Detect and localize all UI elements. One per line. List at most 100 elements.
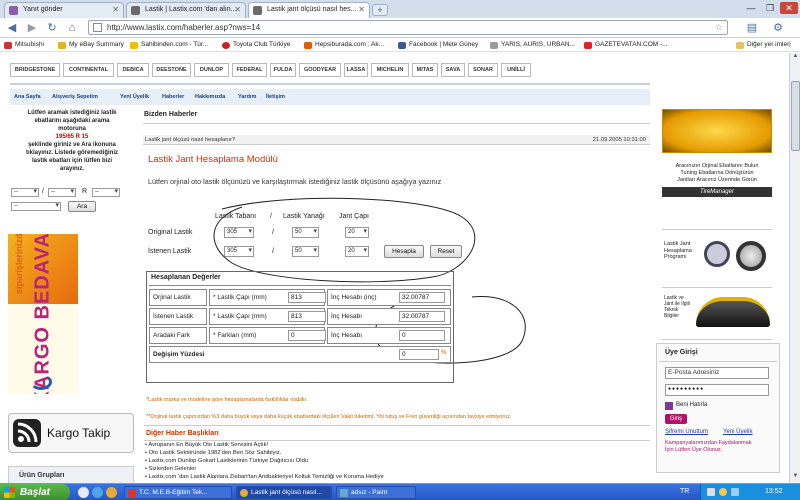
brand-link[interactable]: SAVA [441, 63, 465, 77]
news-item[interactable]: • Lastix.com 'dan Lastik Alanlara Ziebar… [145, 474, 384, 481]
home-icon[interactable]: ⌂ [64, 21, 80, 35]
original-cap-input[interactable]: 813 [288, 292, 326, 303]
results-table: Hesaplanan Değerler Orjinal Lastik * Las… [146, 271, 454, 383]
volume-icon[interactable] [731, 488, 739, 496]
divider [662, 287, 772, 288]
chrome-icon[interactable] [106, 487, 117, 498]
other-bookmarks[interactable]: Diğer yer imleri [736, 39, 791, 51]
language-indicator[interactable]: TR [680, 488, 689, 495]
separator: R [82, 188, 88, 195]
tray-icon[interactable] [719, 488, 727, 496]
bookmark-item[interactable]: Toyota Club Türkiye [222, 39, 290, 51]
quicklaunch-icon[interactable] [78, 487, 89, 498]
back-icon[interactable]: ◀ [4, 21, 20, 35]
new-member-link[interactable]: Yeni Üyelik [723, 429, 752, 435]
maximize-icon[interactable]: ❐ [761, 2, 779, 14]
brand-link[interactable]: SONAR [468, 63, 498, 77]
fark-inc-input[interactable]: 0 [399, 330, 445, 341]
remember-label: Beni Hatırla [676, 402, 708, 408]
wrench-icon[interactable]: ⚙ [770, 21, 786, 35]
brand-link[interactable]: BRIDGESTONE [10, 63, 60, 77]
degisim-input[interactable]: 0 [399, 349, 439, 360]
kargo-takip-button[interactable]: Kargo Takip [8, 413, 134, 453]
istenen-cap-input[interactable]: 813 [288, 311, 326, 322]
brand-select[interactable]: -- [11, 202, 61, 211]
brand-link[interactable]: MITAS [412, 63, 438, 77]
new-tab-button[interactable]: + [372, 4, 388, 16]
news-item[interactable]: • Oto Lastik Sektöründe 1982'den Beri Sö… [145, 450, 281, 457]
brand-link[interactable]: DUNLOP [194, 63, 229, 77]
width-select[interactable]: -- [11, 188, 39, 197]
taskbar-item[interactable]: T.C. M.E.B-Eğitim Tek... [124, 486, 232, 499]
password-input[interactable]: ●●●●●●●●● [665, 384, 769, 396]
menu-yeni-uyelik[interactable]: Yeni Üyelik [120, 89, 149, 105]
divider [149, 285, 451, 286]
free-cargo-banner[interactable]: KARGO BEDAVA siparişlerinizde [8, 234, 78, 394]
original-inc-input[interactable]: 32.00787 [399, 292, 445, 303]
ie-icon[interactable] [92, 487, 103, 498]
search-button[interactable]: Ara [68, 201, 96, 212]
tab-lastix-alin[interactable]: Lastik | Lastix.com 'dan alın... ✕ [126, 2, 246, 18]
login-button[interactable]: Giriş [665, 414, 687, 424]
taskbar-item[interactable]: adsız - Paint [336, 486, 416, 499]
close-tab-icon[interactable]: ✕ [358, 3, 365, 17]
bookmark-item[interactable]: Facebook | Mete Güney [398, 39, 478, 51]
bookmark-item[interactable]: GAZETEVATAN.COM -... [584, 39, 668, 51]
brand-link[interactable]: DEBICA [117, 63, 149, 77]
menu-hakkimizda[interactable]: Hakkımızda [195, 89, 225, 105]
email-input[interactable]: E-Posta Adresiniz [665, 367, 769, 379]
bookmark-item[interactable]: YARIS, AURIS, URBAN... [490, 39, 575, 51]
page-menu-icon[interactable]: ▤ [744, 21, 760, 35]
start-button[interactable]: Başlat [0, 484, 70, 500]
tab-jant-olcusu[interactable]: Lastik jant ölçüsü nasıl hes... ✕ [248, 2, 370, 19]
menu-ana-sayfa[interactable]: Ana Sayfa [14, 89, 41, 105]
menu-haberler[interactable]: Haberler [162, 89, 184, 105]
menu-sepet[interactable]: Alışveriş Sepetim [52, 89, 98, 105]
tire-banner[interactable] [662, 109, 772, 153]
brand-link[interactable]: UNİLLİ [501, 63, 531, 77]
teknik-bilgi-banner[interactable]: Lastik ve Jant ile İlgili Teknik Bilgile… [662, 293, 772, 335]
brand-link[interactable]: FULDA [270, 63, 296, 77]
forward-icon[interactable]: ▶ [24, 21, 40, 35]
brand-link[interactable]: CONTINENTAL [63, 63, 114, 77]
urun-gruplari-header: Ürün Grupları [8, 466, 134, 484]
scroll-down-icon[interactable]: ▼ [791, 473, 800, 483]
news-item[interactable]: • Lastix.com Dunlop Gokart Lastiklerinin… [145, 458, 308, 465]
menu-iletisim[interactable]: İletişim [266, 89, 285, 105]
minimize-icon[interactable]: — [742, 2, 760, 14]
close-tab-icon[interactable]: ✕ [112, 3, 119, 17]
tab-yanit-gonder[interactable]: Yanıt gönder ✕ [4, 2, 124, 18]
mitsubishi-icon [4, 42, 12, 49]
scrollbar-thumb[interactable] [791, 81, 800, 151]
page-icon [131, 6, 140, 15]
brand-link[interactable]: FEDERAL [232, 63, 267, 77]
reload-icon[interactable]: ↻ [44, 21, 60, 35]
forgot-password-link[interactable]: Şifremi Unuttum [665, 429, 708, 435]
remember-checkbox[interactable] [665, 402, 673, 410]
rim-select[interactable]: -- [92, 188, 120, 197]
url-bar[interactable]: http://www.lastix.com/haberler.asp?nws=1… [88, 20, 728, 35]
bookmark-item[interactable]: Sahibinden.com - Tür... [130, 39, 208, 51]
ratio-select[interactable]: -- [48, 188, 76, 197]
brand-link[interactable]: LASSA [344, 63, 368, 77]
menu-yardim[interactable]: Yardım [238, 89, 256, 105]
bookmark-item[interactable]: Hepsiburada.com : Ak... [304, 39, 384, 51]
news-item[interactable]: • Sizlerden Gelenler [145, 466, 196, 473]
jant-program-banner[interactable]: Lastik Jant Hesaplama Programı [662, 239, 772, 279]
brand-link[interactable]: GOODYEAR [299, 63, 341, 77]
taskbar-item[interactable]: Lastik jant ölçüsü nasıl... [236, 486, 332, 499]
news-item[interactable]: • Avrupanın En Büyük Oto Lastik Servisin… [145, 442, 268, 449]
bookmark-item[interactable]: Mitsubishi [4, 39, 44, 51]
istenen-inc-input[interactable]: 32.00787 [399, 311, 445, 322]
close-window-icon[interactable]: ✕ [780, 2, 798, 14]
brand-link[interactable]: MICHELIN [371, 63, 409, 77]
bookmark-item[interactable]: My eBay Summary [58, 39, 124, 51]
star-icon[interactable]: ☆ [715, 21, 723, 34]
network-icon[interactable] [707, 488, 715, 496]
scroll-up-icon[interactable]: ▲ [791, 53, 800, 63]
fark-cap-input[interactable]: 0 [288, 330, 326, 341]
tire-manager-banner[interactable]: Aracınızın Orjinal Ebatlarını Bulun Tuni… [662, 163, 772, 197]
vertical-scrollbar[interactable]: ▲ ▼ [789, 53, 800, 483]
close-tab-icon[interactable]: ✕ [234, 3, 241, 17]
brand-link[interactable]: DEESTONE [152, 63, 191, 77]
